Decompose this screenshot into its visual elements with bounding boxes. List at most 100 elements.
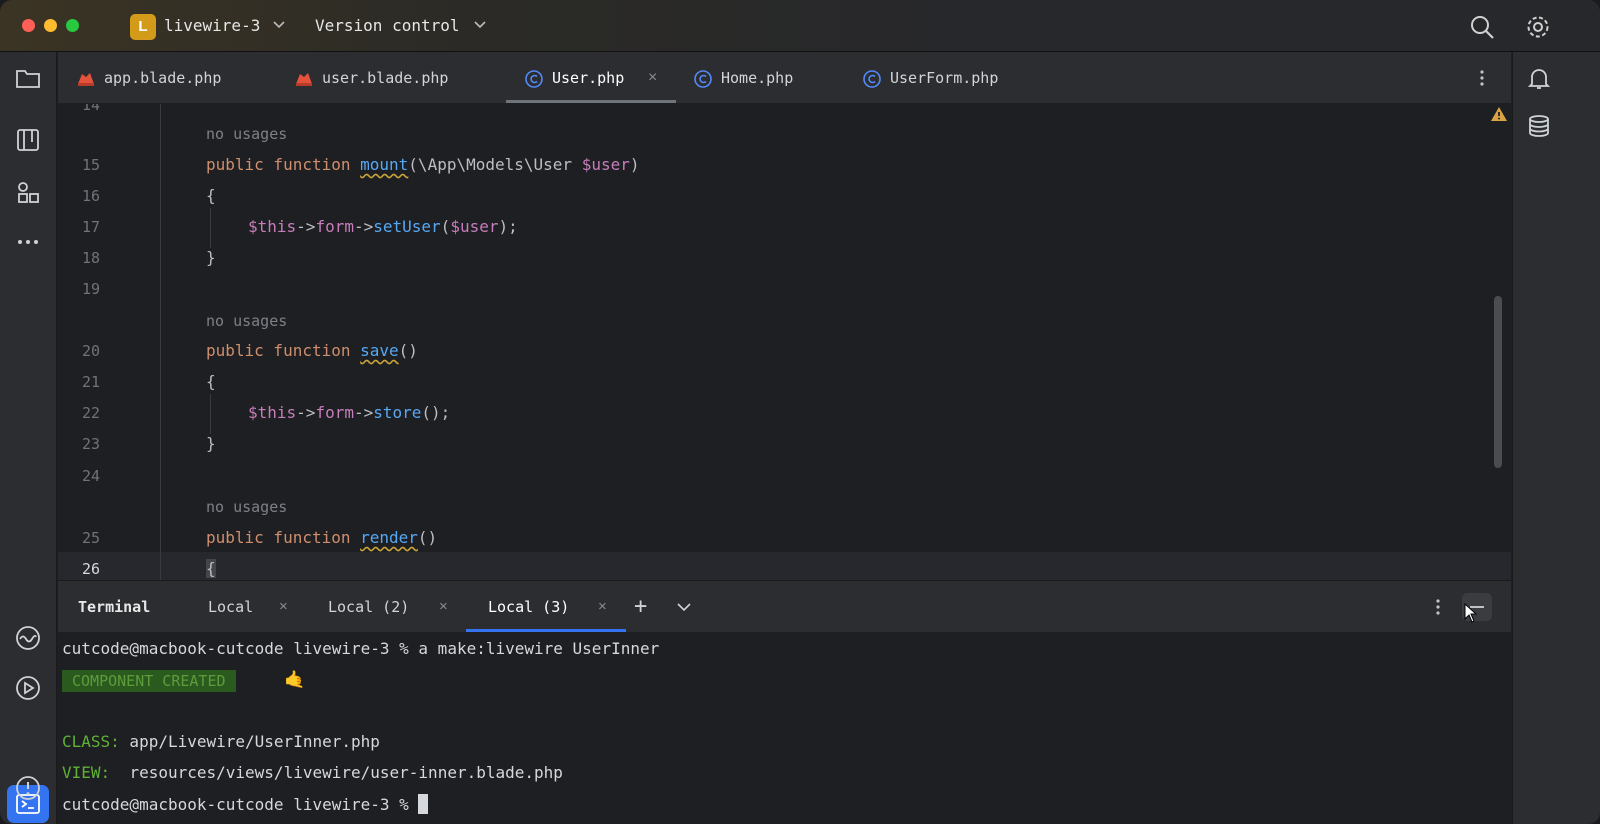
tab-userform-php[interactable]: UserForm.php — [862, 52, 998, 104]
close-terminal-tab-button[interactable]: × — [439, 581, 448, 633]
tab-label: UserForm.php — [890, 69, 999, 87]
code-line: $this->form->setUser($user); — [248, 217, 518, 236]
matched-brace: { — [206, 559, 216, 578]
code-line: { — [206, 559, 216, 578]
class-path: app/Livewire/UserInner.php — [119, 732, 380, 751]
usage-hint[interactable]: no usages — [206, 125, 287, 143]
services-icon[interactable] — [14, 624, 42, 652]
line-number: 23 — [81, 435, 100, 453]
tab-label: user.blade.php — [322, 69, 449, 87]
code-line: public function save() — [206, 341, 418, 360]
notifications-icon[interactable] — [1525, 64, 1553, 92]
code-text: (\App\Models\User — [408, 155, 582, 174]
tab-label: Home.php — [721, 69, 794, 87]
close-window-button[interactable] — [22, 19, 35, 32]
line-number: 14 — [81, 104, 100, 114]
line-number: 21 — [81, 373, 100, 391]
usage-hint[interactable]: no usages — [206, 312, 287, 330]
mouse-cursor-icon — [1464, 603, 1478, 623]
line-number: 24 — [81, 467, 100, 485]
code-line: { — [206, 372, 216, 391]
code-line: public function render() — [206, 528, 437, 547]
tab-user-blade[interactable]: user.blade.php — [294, 52, 448, 104]
tab-home-php[interactable]: Home.php — [693, 52, 793, 104]
code-text: () — [398, 341, 418, 360]
prompt: cutcode@macbook-cutcode livewire-3 % — [62, 795, 419, 814]
keyword: public function — [206, 155, 361, 174]
blade-icon — [78, 72, 94, 86]
function-name: mount — [360, 155, 409, 174]
current-line-highlight — [58, 552, 1511, 580]
tab-user-php[interactable]: User.php — [524, 52, 624, 104]
code-text: ); — [498, 217, 518, 236]
right-tool-strip — [1512, 52, 1600, 824]
code-text: () — [417, 528, 438, 547]
method-name: store — [373, 403, 422, 422]
line-number: 17 — [81, 218, 100, 236]
title-bar: L livewire-3 Version control — [0, 0, 1600, 52]
code-line: { — [206, 186, 216, 205]
warning-icon[interactable] — [1490, 106, 1508, 122]
tab-app-blade[interactable]: app.blade.php — [76, 52, 221, 104]
code-text: ) — [629, 155, 640, 174]
folder-icon[interactable] — [14, 64, 42, 92]
terminal-prompt-line[interactable]: cutcode@macbook-cutcode livewire-3 % — [62, 794, 429, 814]
editor-scrollbar[interactable] — [1494, 296, 1502, 468]
more-vertical-icon[interactable] — [1428, 597, 1448, 617]
property: form — [315, 403, 354, 422]
terminal-output[interactable]: cutcode@macbook-cutcode livewire-3 % a m… — [58, 632, 1511, 824]
code-line: } — [206, 248, 216, 267]
indent-guide — [210, 208, 211, 248]
database-icon[interactable] — [1525, 112, 1553, 140]
code-editor[interactable]: 14 no usages 15 public function mount(\A… — [58, 104, 1511, 580]
zoom-window-button[interactable] — [66, 19, 79, 32]
close-terminal-tab-button[interactable]: × — [598, 581, 607, 633]
property: form — [315, 217, 354, 236]
code-line: public function mount(\App\Models\User $… — [206, 155, 640, 174]
gear-icon[interactable] — [1524, 13, 1552, 41]
terminal-tab-local[interactable]: Local — [208, 581, 253, 633]
more-vertical-icon[interactable] — [1472, 68, 1492, 88]
code-line: $this->form->store(); — [248, 403, 450, 422]
terminal-cursor — [418, 794, 429, 814]
line-number: 20 — [81, 342, 100, 360]
chevron-down-icon[interactable] — [473, 20, 487, 30]
version-control-menu[interactable]: Version control — [315, 16, 460, 35]
project-name[interactable]: livewire-3 — [164, 16, 260, 35]
php-class-icon — [525, 69, 543, 88]
gutter-divider — [160, 104, 161, 580]
problems-icon[interactable] — [14, 774, 42, 802]
new-terminal-button[interactable]: + — [634, 581, 647, 633]
minimize-window-button[interactable] — [44, 19, 57, 32]
chevron-down-icon[interactable] — [676, 601, 692, 613]
run-icon[interactable] — [14, 674, 42, 702]
terminal-tab-local-3[interactable]: Local (3) — [488, 581, 569, 633]
terminal-header: Terminal Local × Local (2) × Local (3) ×… — [58, 580, 1511, 632]
project-badge[interactable]: L — [130, 14, 156, 40]
more-tools-icon[interactable] — [14, 228, 42, 256]
editor-tab-bar: app.blade.php user.blade.php User.php × … — [58, 52, 1511, 104]
plugins-icon[interactable] — [14, 178, 42, 206]
code-text: (); — [421, 403, 451, 422]
usage-hint[interactable]: no usages — [206, 498, 287, 516]
emoji: 🤙 — [284, 670, 306, 690]
structure-icon[interactable] — [14, 126, 42, 154]
blade-icon — [296, 72, 312, 86]
success-badge: COMPONENT CREATED — [62, 670, 236, 692]
function-name: render — [360, 528, 418, 547]
terminal-tab-local-2[interactable]: Local (2) — [328, 581, 409, 633]
method-name: setUser — [373, 217, 441, 236]
variable: $this — [248, 217, 297, 236]
tab-label: User.php — [552, 69, 625, 87]
active-tab-indicator — [506, 100, 676, 103]
close-tab-button[interactable]: × — [648, 52, 657, 104]
php-class-icon — [863, 69, 881, 88]
close-terminal-tab-button[interactable]: × — [279, 581, 288, 633]
php-class-icon — [694, 69, 712, 88]
search-icon[interactable] — [1468, 13, 1496, 41]
code-line: } — [206, 434, 216, 453]
terminal-title: Terminal — [78, 598, 151, 616]
variable: $user — [450, 217, 499, 236]
chevron-down-icon[interactable] — [272, 20, 286, 30]
line-number: 19 — [81, 280, 100, 298]
